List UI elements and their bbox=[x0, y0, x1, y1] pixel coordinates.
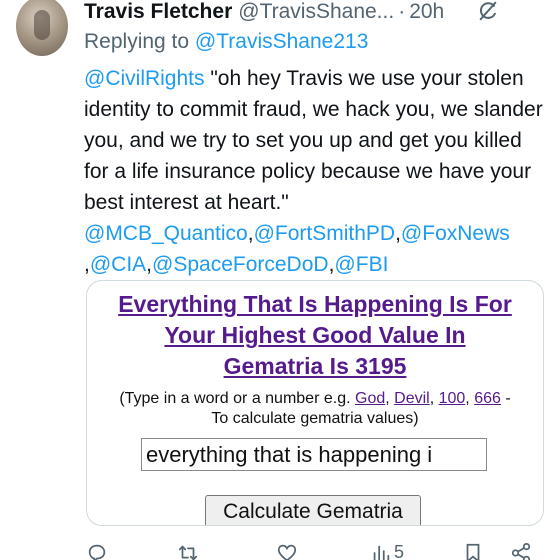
share-icon bbox=[511, 542, 531, 560]
bookmark-icon bbox=[466, 543, 480, 560]
note-suffix: To calculate gematria values) bbox=[211, 410, 419, 427]
mention-fbi[interactable]: @FBI bbox=[334, 253, 388, 276]
replying-to: Replying to @TravisShane213 bbox=[84, 30, 368, 54]
link-100[interactable]: 100 bbox=[439, 390, 466, 407]
separator-dot: · bbox=[398, 0, 406, 23]
mention-mcb-quantico[interactable]: @MCB_Quantico bbox=[84, 222, 248, 245]
mention-spaceforcedod[interactable]: @SpaceForceDoD bbox=[152, 253, 329, 276]
tweet-header: Travis Fletcher @TravisShane... · 20h bbox=[84, 0, 444, 25]
views-button[interactable]: 5 bbox=[370, 542, 404, 560]
calculate-gematria-button[interactable]: Calculate Gematria bbox=[205, 495, 421, 525]
link-card[interactable]: Everything That Is Happening Is For Your… bbox=[86, 280, 544, 526]
views-count: 5 bbox=[394, 542, 405, 560]
mention-fortsmithpd[interactable]: @FortSmithPD bbox=[254, 222, 396, 245]
grok-icon[interactable] bbox=[477, 0, 499, 22]
author-name[interactable]: Travis Fletcher bbox=[84, 0, 232, 24]
reply-button[interactable] bbox=[86, 542, 108, 560]
mention-foxnews[interactable]: @FoxNews bbox=[401, 222, 510, 245]
card-title-line2: Your Highest Good Value In bbox=[164, 322, 466, 348]
mention-cia[interactable]: @CIA bbox=[90, 253, 146, 276]
tweet-time[interactable]: 20h bbox=[409, 0, 444, 24]
link-god[interactable]: God bbox=[355, 390, 385, 407]
mention-civilrights[interactable]: @CivilRights bbox=[84, 67, 205, 90]
replying-prefix: Replying to bbox=[84, 30, 190, 53]
note-prefix: (Type in a word or a number e.g. bbox=[119, 390, 351, 407]
repost-button[interactable] bbox=[177, 542, 199, 560]
card-title[interactable]: Everything That Is Happening Is For Your… bbox=[87, 289, 543, 382]
gematria-input[interactable]: everything that is happening i bbox=[141, 438, 487, 471]
replying-to-mention[interactable]: @TravisShane213 bbox=[195, 30, 368, 53]
tweet-text: @CivilRights "oh hey Travis we use your … bbox=[84, 67, 543, 276]
link-devil[interactable]: Devil bbox=[394, 390, 430, 407]
reply-icon bbox=[88, 544, 106, 560]
link-666[interactable]: 666 bbox=[474, 390, 501, 407]
card-instructions: (Type in a word or a number e.g. God, De… bbox=[119, 390, 511, 427]
author-handle[interactable]: @TravisShane... bbox=[238, 0, 394, 24]
heart-icon bbox=[277, 544, 297, 560]
card-title-line1: Everything That Is Happening Is For bbox=[118, 291, 512, 317]
like-button[interactable] bbox=[276, 542, 298, 560]
bookmark-button[interactable] bbox=[462, 542, 484, 560]
card-title-line3: Gematria Is 3195 bbox=[223, 353, 407, 379]
avatar[interactable] bbox=[16, 0, 68, 56]
repost-icon bbox=[178, 545, 198, 560]
tweet-actions: 5 bbox=[0, 538, 560, 560]
analytics-icon bbox=[373, 545, 390, 560]
share-button[interactable] bbox=[510, 542, 532, 560]
